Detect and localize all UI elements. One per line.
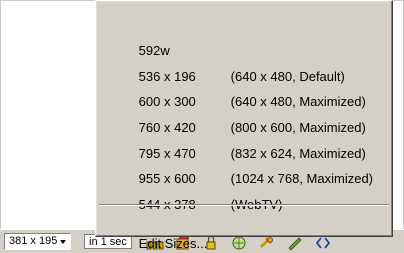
menu-item-544x378[interactable]: 544 x 378 (WebTV): [117, 175, 283, 212]
window-size-dropdown[interactable]: 381 x 195: [4, 233, 72, 250]
menu-item-760x420[interactable]: 760 x 420 (800 x 600, Maximized): [117, 98, 366, 135]
menu-item-795x470[interactable]: 795 x 470 (832 x 624, Maximized): [117, 124, 366, 161]
edit-sizes-menu-item[interactable]: Edit Sizes...: [117, 214, 208, 251]
menu-item-536x196[interactable]: 536 x 196 (640 x 480, Default): [117, 47, 345, 84]
menu-item-592w[interactable]: 592w: [117, 21, 231, 58]
window-size-menu: 592w 536 x 196 (640 x 480, Default) 600 x…: [95, 0, 393, 251]
window-canvas: 381 x 195 in 1 sec 592w 536 x 196 (640 x…: [0, 0, 404, 253]
edit-sizes-label: Edit Sizes...: [138, 236, 208, 251]
window-size-value: 381 x 195: [9, 235, 58, 247]
menu-separator: [99, 204, 389, 206]
menu-item-600x300[interactable]: 600 x 300 (640 x 480, Maximized): [117, 72, 366, 109]
menu-item-955x600[interactable]: 955 x 600 (1024 x 768, Maximized): [117, 149, 373, 186]
dropdown-arrow-icon[interactable]: [60, 239, 67, 244]
